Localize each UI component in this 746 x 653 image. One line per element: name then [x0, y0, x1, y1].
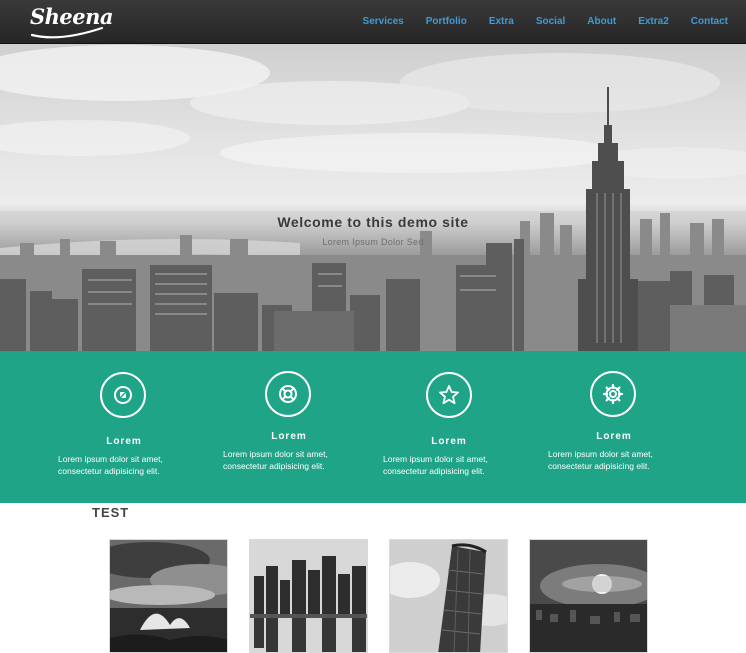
feature-title: Lorem	[106, 436, 142, 447]
feature-text-line: consectetur adipisicing elit.	[223, 461, 325, 471]
city-reflection-photo	[250, 540, 367, 652]
feature-title: Lorem	[271, 431, 307, 442]
nav-link-services[interactable]: Services	[363, 16, 404, 27]
nav-link-extra2[interactable]: Extra2	[638, 16, 669, 27]
top-navbar: Sheena Services Portfolio Extra Social A…	[0, 0, 746, 43]
feature-text-line: Lorem ipsum dolor sit amet,	[223, 449, 328, 459]
gallery-thumbnail-stormy-sea[interactable]	[109, 539, 228, 653]
features-band: Lorem Lorem ipsum dolor sit amet, consec…	[0, 351, 746, 503]
lifebuoy-icon[interactable]	[265, 371, 311, 417]
gallery-thumbnail-glass-tower[interactable]	[389, 539, 508, 653]
nav-link-about[interactable]: About	[587, 16, 616, 27]
gallery-thumbnail-city-reflection[interactable]	[249, 539, 368, 653]
feature-text-line: Lorem ipsum dolor sit amet,	[383, 454, 488, 464]
sync-arrows-icon[interactable]	[100, 372, 146, 418]
city-sunburst-photo	[530, 540, 647, 652]
feature-text-line: Lorem ipsum dolor sit amet,	[548, 449, 653, 459]
gallery-thumbnail-city-sunburst[interactable]	[529, 539, 648, 653]
hero-title: Welcome to this demo site	[277, 214, 469, 230]
feature-text-line: Lorem ipsum dolor sit amet,	[58, 454, 163, 464]
gear-icon[interactable]	[590, 371, 636, 417]
feature-text: Lorem ipsum dolor sit amet, consectetur …	[548, 448, 678, 472]
site-logo[interactable]: Sheena	[30, 4, 114, 40]
feature-text: Lorem ipsum dolor sit amet, consectetur …	[58, 453, 188, 477]
nav-link-contact[interactable]: Contact	[691, 16, 728, 27]
feature-text: Lorem ipsum dolor sit amet, consectetur …	[383, 453, 513, 477]
hero-banner: Welcome to this demo site Lorem Ipsum Do…	[0, 43, 746, 351]
main-nav: Services Portfolio Extra Social About Ex…	[363, 0, 728, 43]
feature-text-line: consectetur adipisicing elit.	[383, 466, 485, 476]
star-icon[interactable]	[426, 372, 472, 418]
nav-link-extra[interactable]: Extra	[489, 16, 514, 27]
hero-subtitle: Lorem Ipsum Dolor Sed	[322, 237, 424, 247]
feature-text-line: consectetur adipisicing elit.	[58, 466, 160, 476]
nav-link-portfolio[interactable]: Portfolio	[426, 16, 467, 27]
stormy-sea-photo	[110, 540, 227, 652]
feature-title: Lorem	[431, 436, 467, 447]
section-title: TEST	[92, 505, 130, 520]
feature-title: Lorem	[596, 431, 632, 442]
feature-text-line: consectetur adipisicing elit.	[548, 461, 650, 471]
nav-link-social[interactable]: Social	[536, 16, 565, 27]
feature-text: Lorem ipsum dolor sit amet, consectetur …	[223, 448, 353, 472]
logo-swoosh-icon	[30, 26, 104, 39]
city-skyline-image	[0, 45, 746, 351]
glass-tower-photo	[390, 540, 507, 652]
